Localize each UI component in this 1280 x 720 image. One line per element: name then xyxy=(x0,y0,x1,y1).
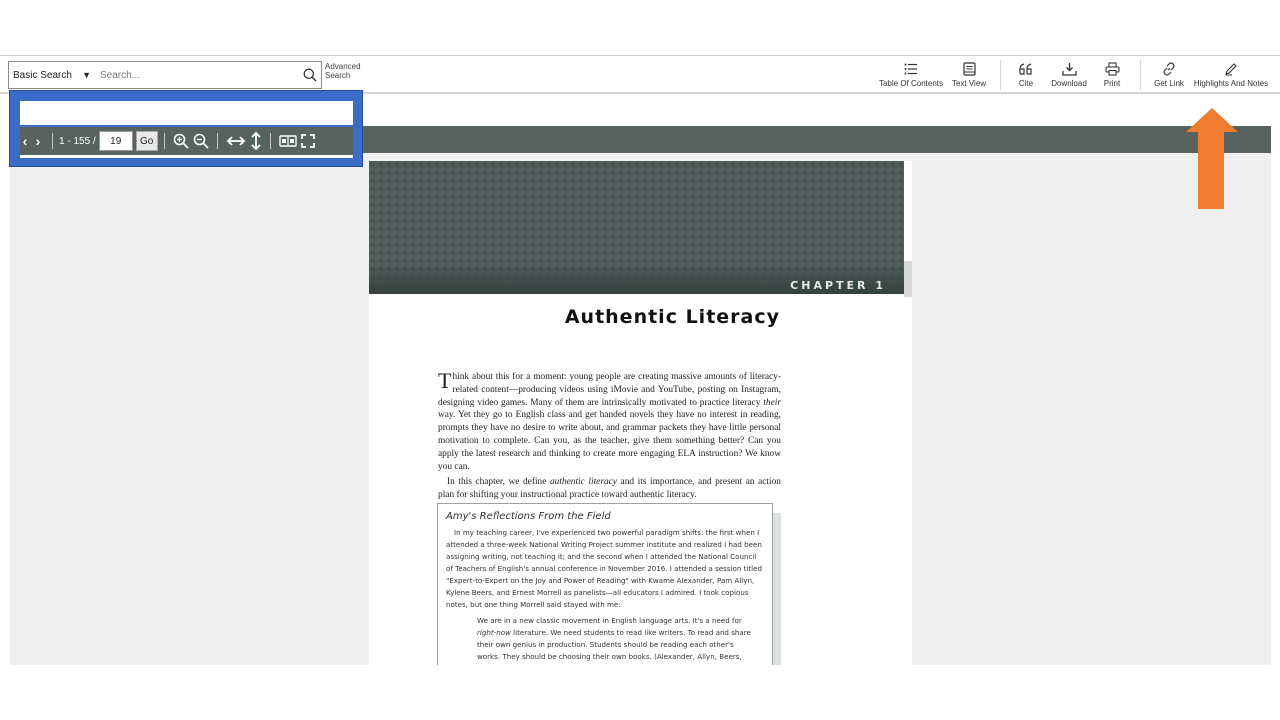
print-button[interactable]: Print xyxy=(1100,62,1124,92)
fit-width-icon[interactable] xyxy=(226,135,246,147)
link-icon xyxy=(1163,62,1175,76)
search-icon[interactable] xyxy=(299,62,321,88)
get-link-button[interactable]: Get Link xyxy=(1152,62,1186,92)
chapter-label: CHAPTER 1 xyxy=(790,279,886,292)
printer-icon xyxy=(1104,62,1120,76)
page-range: 1 - 155 / xyxy=(59,135,96,147)
search-input[interactable] xyxy=(95,62,299,88)
advanced-search-link[interactable]: Advanced Search xyxy=(325,62,365,80)
download-icon xyxy=(1061,63,1077,76)
advanced-search-label-2: Search xyxy=(325,71,351,80)
print-label: Print xyxy=(1103,79,1121,88)
nav-panel-bottom xyxy=(20,155,353,158)
highlights-and-notes-label: Highlights And Notes xyxy=(1193,79,1269,88)
next-page-button[interactable]: › xyxy=(30,133,46,149)
go-button[interactable]: Go xyxy=(135,131,158,151)
toolbar-separator xyxy=(1140,60,1141,90)
document-icon xyxy=(962,62,976,76)
quote-icon xyxy=(1019,63,1032,75)
nav-separator xyxy=(269,133,271,149)
table-of-contents-button[interactable]: Table Of Contents xyxy=(877,62,945,92)
search-group: Basic Search ▼ xyxy=(8,61,322,89)
pencil-icon xyxy=(1225,63,1237,76)
highlights-and-notes-button[interactable]: Highlights And Notes xyxy=(1192,62,1270,92)
body-paragraph: Think about this for a moment: young peo… xyxy=(438,368,781,473)
quote-text: We are in a new classic movement in Engl… xyxy=(477,616,742,625)
chapter-title: Authentic Literacy xyxy=(564,306,780,328)
advanced-search-label-1: Advanced xyxy=(325,62,361,71)
text-view-label: Text View xyxy=(951,79,987,88)
text-view-button[interactable]: Text View xyxy=(949,62,989,92)
zoom-in-icon[interactable] xyxy=(173,133,189,149)
quote-text: literature. We need students to read lik… xyxy=(477,628,751,661)
nav-panel-top xyxy=(20,101,353,125)
fit-height-icon[interactable] xyxy=(250,131,262,151)
orange-arrow-annotation xyxy=(1186,108,1238,209)
reflection-title: Amy's Reflections From the Field xyxy=(446,511,611,522)
document-page: CHAPTER 1 Authentic Literacy Think about… xyxy=(369,161,912,665)
cite-button[interactable]: Cite xyxy=(1012,62,1040,92)
nav-separator xyxy=(216,133,218,149)
chevron-down-icon: ▼ xyxy=(82,70,91,80)
chapter-banner: CHAPTER 1 xyxy=(369,161,904,294)
nav-separator xyxy=(52,133,53,149)
page-number-input[interactable] xyxy=(98,131,133,151)
quote-emphasis: right-now xyxy=(477,628,511,637)
body-paragraph: In this chapter, we define authentic lit… xyxy=(438,476,781,502)
download-label: Download xyxy=(1051,79,1087,88)
search-type-label: Basic Search xyxy=(13,69,72,81)
previous-page-button[interactable]: ‹ xyxy=(20,133,30,149)
cite-label: Cite xyxy=(1018,79,1034,88)
page-navigation-bar: ‹ › 1 - 155 / Go xyxy=(20,127,353,155)
zoom-out-icon[interactable] xyxy=(193,133,209,149)
emphasis-text: authentic literacy xyxy=(549,477,617,488)
paragraph-text: hink about this for a moment: young peop… xyxy=(438,372,781,408)
paragraph-text: In this chapter, we define xyxy=(447,477,550,488)
get-link-label: Get Link xyxy=(1154,79,1184,88)
page-navigation-highlight: ‹ › 1 - 155 / Go xyxy=(9,90,363,167)
page-shadow xyxy=(904,261,912,297)
toolbar: Basic Search ▼ Advanced Search Table Of … xyxy=(0,56,1280,94)
drop-cap: T xyxy=(438,368,452,393)
reflection-text: In my teaching career, I've experienced … xyxy=(446,528,762,609)
search-type-select[interactable]: Basic Search ▼ xyxy=(9,62,95,88)
table-of-contents-label: Table Of Contents xyxy=(878,79,944,88)
reflection-quote: We are in a new classic movement in Engl… xyxy=(477,615,752,663)
reflection-box: Amy's Reflections From the Field In my t… xyxy=(437,503,773,665)
chapter-body: Think about this for a moment: young peo… xyxy=(438,368,781,502)
paragraph-text: way. Yet they go to English class and ge… xyxy=(438,410,781,472)
download-button[interactable]: Download xyxy=(1048,62,1090,92)
list-icon xyxy=(904,63,917,75)
two-page-view-icon[interactable] xyxy=(279,134,297,148)
toolbar-separator xyxy=(1000,60,1001,90)
emphasis-text: their xyxy=(763,397,781,408)
fullscreen-icon[interactable] xyxy=(300,134,315,148)
arrow-shape xyxy=(1186,108,1238,209)
nav-separator xyxy=(163,133,165,149)
